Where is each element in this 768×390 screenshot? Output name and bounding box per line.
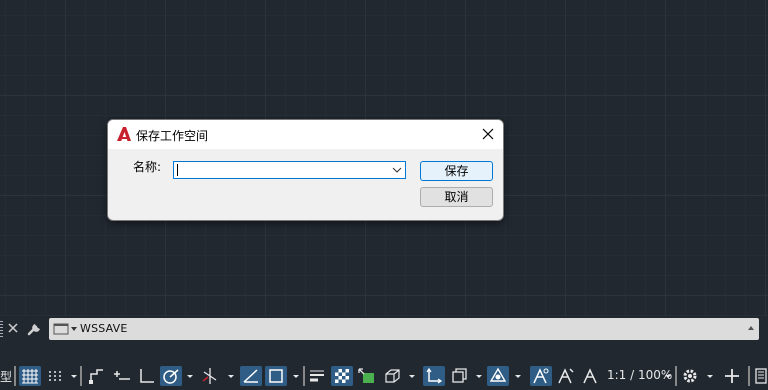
transparency-toggle[interactable] bbox=[331, 366, 353, 386]
divider bbox=[14, 366, 16, 386]
chevron-down-icon[interactable] bbox=[70, 366, 78, 386]
workspace-switching-button[interactable] bbox=[680, 366, 700, 386]
text-caret bbox=[177, 164, 178, 176]
snap-grid-icon bbox=[49, 371, 61, 381]
chevron-down-icon[interactable] bbox=[186, 366, 194, 386]
close-icon[interactable] bbox=[6, 319, 20, 337]
infer-constraints-toggle[interactable] bbox=[86, 366, 108, 386]
isodraft-icon bbox=[202, 368, 217, 384]
grid-toggle[interactable] bbox=[19, 366, 41, 386]
command-line-bar: WSSAVE bbox=[0, 316, 768, 342]
object-snap-icon bbox=[269, 369, 283, 383]
gizmo-toggle[interactable] bbox=[487, 366, 509, 386]
command-input[interactable]: WSSAVE bbox=[49, 318, 759, 340]
selection-cycling-toggle[interactable] bbox=[356, 366, 378, 386]
dialog-title: 保存工作空间 bbox=[136, 129, 209, 143]
isodraft-toggle[interactable] bbox=[199, 366, 221, 386]
scale-label[interactable]: 1:1 / 100% bbox=[607, 368, 672, 382]
gear-icon bbox=[683, 369, 697, 383]
model-tab-label[interactable]: 型 bbox=[0, 368, 12, 385]
object-snap-toggle[interactable] bbox=[265, 366, 287, 386]
dialog-titlebar: 保存工作空间 bbox=[108, 120, 503, 149]
auto-scale-toggle[interactable] bbox=[555, 366, 577, 386]
grip-handle[interactable] bbox=[0, 321, 3, 337]
chevron-down-icon[interactable] bbox=[475, 366, 483, 386]
divider bbox=[80, 366, 82, 386]
chevron-down-icon[interactable] bbox=[706, 366, 714, 386]
chevron-down-icon[interactable] bbox=[408, 366, 416, 386]
close-icon[interactable] bbox=[479, 125, 497, 143]
object-snap-tracking-icon bbox=[243, 369, 258, 383]
chevron-down-icon[interactable] bbox=[514, 366, 522, 386]
chevron-down-icon[interactable] bbox=[227, 366, 235, 386]
object-snap-tracking-toggle[interactable] bbox=[240, 366, 262, 386]
dynamic-ucs-toggle[interactable] bbox=[423, 366, 445, 386]
command-prompt-icon[interactable] bbox=[53, 322, 79, 336]
plus-icon bbox=[725, 369, 739, 383]
divider bbox=[303, 366, 305, 386]
annotation-scale-button[interactable] bbox=[580, 366, 602, 386]
dynamic-input-toggle[interactable] bbox=[111, 366, 133, 386]
chevron-down-icon[interactable] bbox=[292, 366, 300, 386]
name-combobox[interactable] bbox=[173, 161, 406, 179]
grid-icon bbox=[22, 369, 38, 384]
command-text: WSSAVE bbox=[80, 322, 128, 335]
save-workspace-dialog: 保存工作空间 名称: 保存 取消 bbox=[107, 119, 504, 221]
customization-menu-button[interactable] bbox=[754, 366, 768, 386]
ortho-toggle[interactable] bbox=[136, 366, 158, 386]
annotation-visibility-icon bbox=[533, 368, 549, 384]
3d-object-snap-toggle[interactable] bbox=[381, 366, 403, 386]
divider bbox=[748, 366, 750, 386]
gizmo-icon bbox=[489, 367, 507, 382]
3d-object-snap-icon bbox=[385, 369, 400, 383]
lineweight-icon bbox=[310, 370, 324, 382]
chevron-down-icon[interactable] bbox=[392, 166, 402, 174]
auto-scale-icon bbox=[558, 368, 574, 384]
transparency-icon bbox=[335, 369, 349, 383]
dynamic-input-icon bbox=[114, 371, 130, 380]
cancel-button[interactable]: 取消 bbox=[420, 187, 493, 207]
autocad-logo-icon bbox=[117, 127, 131, 141]
selection-filter-toggle[interactable] bbox=[448, 366, 470, 386]
name-label: 名称: bbox=[133, 160, 162, 174]
lineweight-toggle[interactable] bbox=[306, 366, 328, 386]
divider bbox=[675, 366, 677, 386]
annotation-visibility-toggle[interactable] bbox=[530, 366, 552, 386]
annotation-scale-icon bbox=[583, 368, 597, 384]
selection-filter-icon bbox=[452, 368, 467, 383]
polar-tracking-toggle[interactable] bbox=[160, 366, 182, 386]
selection-cycling-icon bbox=[358, 368, 374, 383]
annotation-monitor-button[interactable] bbox=[721, 366, 743, 386]
snap-toggle[interactable] bbox=[44, 366, 66, 386]
dynamic-ucs-icon bbox=[426, 367, 443, 384]
menu-icon bbox=[755, 368, 767, 384]
polar-tracking-icon bbox=[163, 369, 179, 384]
chevron-down-icon[interactable] bbox=[664, 366, 672, 386]
wrench-icon[interactable] bbox=[26, 319, 44, 337]
chevron-up-icon[interactable] bbox=[747, 324, 755, 332]
ortho-icon bbox=[140, 369, 154, 383]
infer-constraints-icon bbox=[89, 369, 103, 384]
save-button[interactable]: 保存 bbox=[420, 161, 493, 181]
status-bar: 型 1:1 / 100% bbox=[0, 362, 768, 390]
